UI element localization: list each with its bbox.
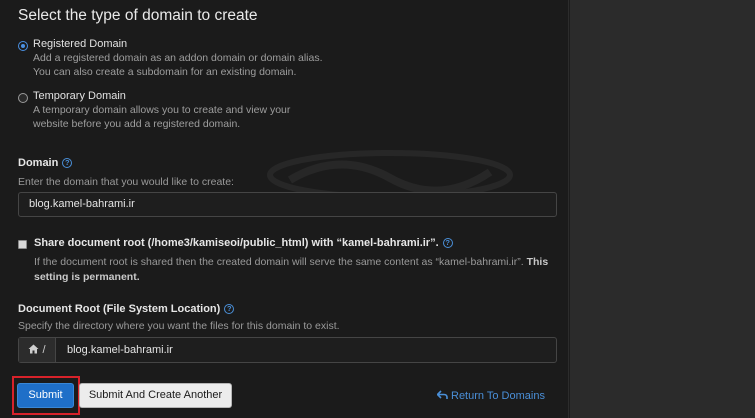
share-root-desc-text: If the document root is shared then the … [34,256,524,268]
share-root-description: If the document root is shared then the … [34,255,559,285]
registered-desc-line2: You can also create a subdomain for an e… [33,66,297,78]
share-root-checkbox[interactable] [18,240,27,249]
temporary-desc-line1: A temporary domain allows you to create … [33,104,291,116]
doc-root-label-text: Document Root (File System Location) [18,303,221,315]
doc-root-prefix-text: / [42,344,46,356]
registered-domain-label: Registered Domain [33,38,128,50]
domain-hint: Enter the domain that you would like to … [18,176,234,188]
doc-root-hint: Specify the directory where you want the… [18,320,340,332]
registered-desc-line1: Add a registered domain as an addon doma… [33,52,323,64]
domain-input[interactable]: blog.kamel-bahrami.ir [18,192,557,217]
share-root-label-text: Share document root (/home3/kamiseoi/pub… [34,237,439,249]
return-arrow-icon [436,390,448,399]
temporary-domain-radio[interactable] [18,93,28,103]
return-to-domains-link[interactable]: Return To Domains [436,390,545,402]
domain-label-text: Domain [18,157,59,169]
domain-label: Domain? [18,157,73,169]
temporary-desc-line2: website before you add a registered doma… [33,118,241,130]
create-domain-panel: Select the type of domain to create Regi… [0,0,569,418]
submit-and-create-another-button[interactable]: Submit And Create Another [79,383,232,408]
return-to-domains-text: Return To Domains [451,390,545,402]
doc-root-input[interactable]: blog.kamel-bahrami.ir [67,338,173,362]
page-title: Select the type of domain to create [18,7,258,24]
domain-help-icon[interactable]: ? [62,158,73,168]
registered-domain-description: Add a registered domain as an addon doma… [33,51,323,79]
right-side-panel [570,0,755,418]
doc-root-input-group: / blog.kamel-bahrami.ir [18,337,557,363]
submit-button[interactable]: Submit [17,383,74,408]
temporary-domain-label: Temporary Domain [33,90,126,102]
home-icon [28,344,39,354]
registered-domain-radio[interactable] [18,41,28,51]
doc-root-label: Document Root (File System Location)? [18,303,235,315]
doc-root-help-icon[interactable]: ? [224,304,235,314]
share-root-label: Share document root (/home3/kamiseoi/pub… [34,237,453,249]
doc-root-prefix: / [19,338,56,362]
share-root-help-icon[interactable]: ? [442,238,453,248]
temporary-domain-description: A temporary domain allows you to create … [33,103,290,131]
